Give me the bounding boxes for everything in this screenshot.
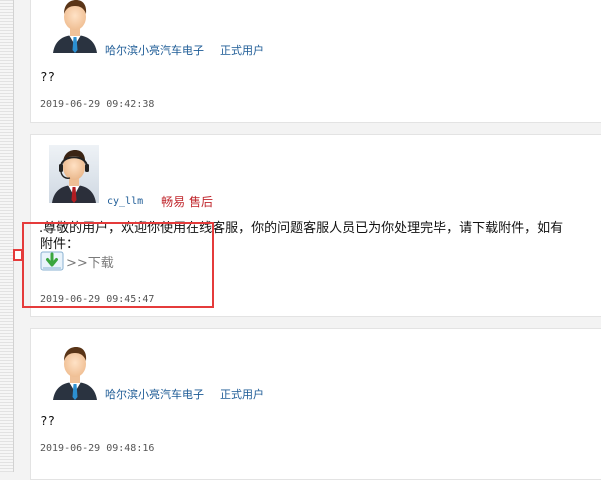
post-timestamp: 2019-06-29 09:42:38 — [40, 99, 155, 110]
post-author-line: 哈尔滨小亮汽车电子 正式用户 — [105, 42, 264, 58]
post-author-name[interactable]: cy_llm — [107, 196, 143, 207]
post-card: 哈尔滨小亮汽车电子 正式用户 ?? 2019-06-29 09:42:38 — [30, 0, 601, 123]
post-author-line: 哈尔滨小亮汽车电子 正式用户 — [105, 386, 264, 402]
message-feed: 哈尔滨小亮汽车电子 正式用户 ?? 2019-06-29 09:42:38 cy… — [14, 0, 601, 480]
post-message: .尊敬的用户，欢迎你使用在线客服，你的问题客服人员已为你处理完毕，请下载附件，如… — [39, 221, 564, 236]
post-author-role: 正式用户 — [220, 44, 264, 57]
left-gutter — [0, 0, 14, 472]
post-card: cy_llm 畅易 售后 .尊敬的用户，欢迎你使用在线客服，你的问题客服人员已为… — [30, 134, 601, 317]
download-link-text[interactable]: >>下载 — [66, 252, 114, 271]
post-message: ?? — [40, 413, 56, 428]
post-author-name[interactable]: 哈尔滨小亮汽车电子 — [105, 42, 204, 58]
post-timestamp: 2019-06-29 09:48:16 — [40, 443, 155, 454]
download-attachment-link[interactable]: >>下载 — [40, 250, 114, 272]
male-user-avatar-icon — [53, 347, 97, 400]
post-timestamp: 2019-06-29 09:45:47 — [40, 294, 155, 305]
download-arrow-icon — [40, 251, 64, 271]
post-author-name[interactable]: 哈尔滨小亮汽车电子 — [105, 386, 204, 402]
post-card: 哈尔滨小亮汽车电子 正式用户 ?? 2019-06-29 09:48:16 — [30, 328, 601, 480]
male-user-avatar-icon — [53, 0, 97, 53]
post-message: ?? — [40, 69, 56, 84]
support-agent-headset-avatar-icon — [49, 145, 99, 203]
post-author-role: 畅易 售后 — [161, 195, 213, 209]
post-author-role: 正式用户 — [220, 388, 264, 401]
post-author-line: cy_llm 畅易 售后 — [107, 193, 213, 210]
